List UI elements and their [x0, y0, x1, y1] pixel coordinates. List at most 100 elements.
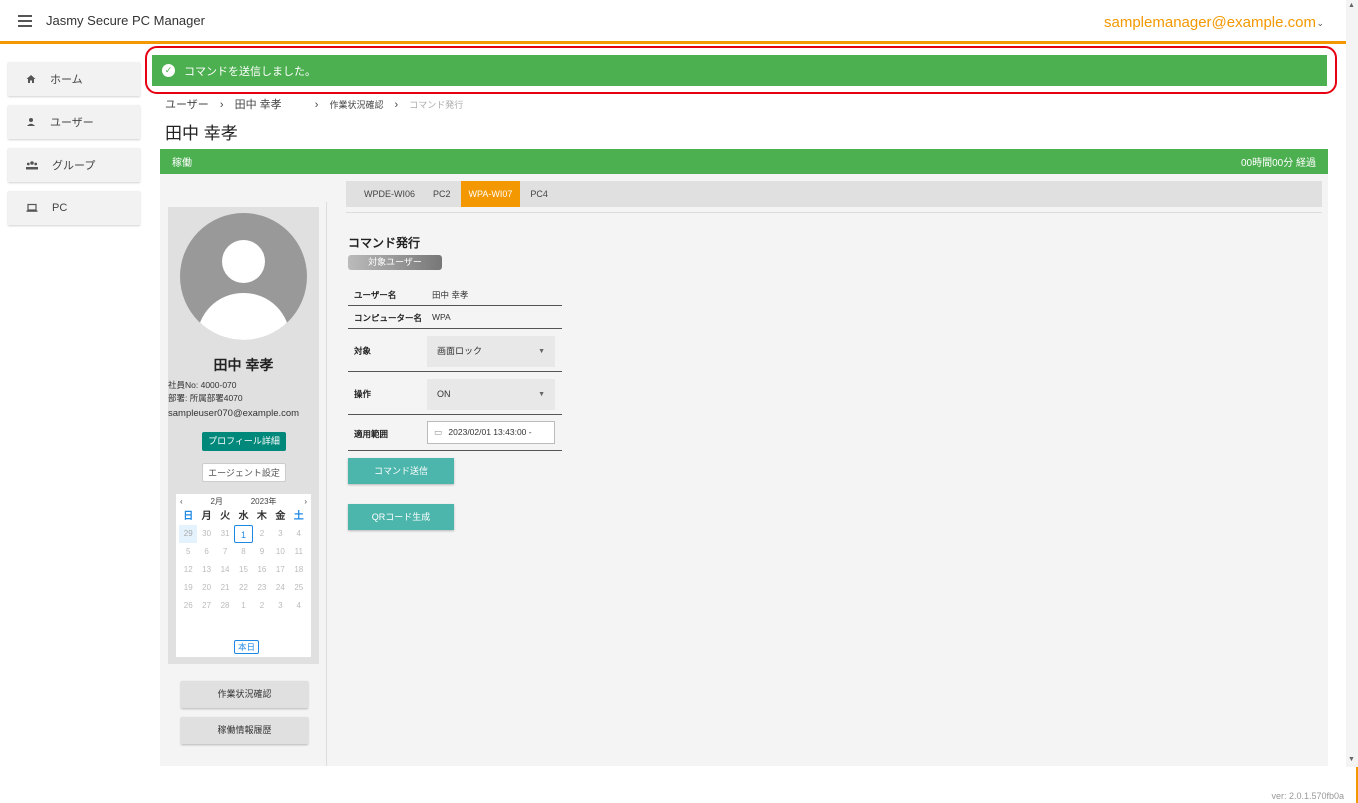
calendar-day[interactable]: 27 — [197, 597, 215, 615]
highlight-annotation — [145, 46, 1337, 94]
user-account-menu[interactable]: samplemanager@example.com — [1104, 14, 1316, 31]
calendar-day[interactable]: 4 — [290, 597, 308, 615]
avatar-head — [222, 240, 265, 283]
calendar-day[interactable]: 2 — [253, 525, 271, 543]
calendar-day[interactable]: 13 — [197, 561, 215, 579]
calendar-days: 29 30 31 1 2 3 4 5 6 7 8 9 10 11 12 13 14 15 16 17 18 19 20 21 2… — [176, 525, 311, 615]
calendar-day[interactable]: 21 — [216, 579, 234, 597]
tab-underline — [346, 212, 1322, 213]
calendar-day[interactable]: 4 — [290, 525, 308, 543]
status-label: 稼働 — [172, 158, 192, 169]
home-icon — [26, 75, 36, 83]
date-range-input[interactable]: ▭ 2023/02/01 13:43:00 - — [427, 421, 555, 444]
calendar-day[interactable]: 26 — [179, 597, 197, 615]
sidebar-item-users[interactable]: ユーザー — [8, 105, 140, 139]
sidebar-item-home[interactable]: ホーム — [8, 62, 140, 96]
date-range-value: 2023/02/01 13:43:00 - — [448, 427, 532, 437]
calendar-day[interactable]: 28 — [216, 597, 234, 615]
calendar-icon: ▭ — [434, 427, 443, 437]
profile-detail-button[interactable]: プロフィール詳細 — [202, 432, 286, 451]
breadcrumb-work-status[interactable]: 作業状況確認 — [329, 100, 383, 110]
calendar-day[interactable]: 24 — [271, 579, 289, 597]
avatar — [180, 213, 307, 340]
operation-select[interactable]: ON ▼ — [427, 379, 555, 410]
calendar-day[interactable]: 22 — [234, 579, 252, 597]
calendar-prev-icon[interactable]: ‹ — [180, 497, 183, 506]
chevron-down-icon[interactable]: ⌄ — [1316, 18, 1324, 29]
tab-wpde-wi06[interactable]: WPDE-WI06 — [356, 181, 423, 207]
calendar-day[interactable]: 14 — [216, 561, 234, 579]
calendar-day[interactable]: 25 — [290, 579, 308, 597]
calendar-day[interactable]: 15 — [234, 561, 252, 579]
calendar-day[interactable]: 11 — [290, 543, 308, 561]
calendar-day[interactable]: 19 — [179, 579, 197, 597]
target-select[interactable]: 画面ロック ▼ — [427, 336, 555, 367]
calendar-day[interactable]: 1 — [234, 597, 252, 615]
calendar-header: ‹ 2月 2023年 › — [176, 494, 311, 509]
breadcrumb-separator: › — [314, 99, 319, 111]
calendar-day[interactable]: 12 — [179, 561, 197, 579]
breadcrumb-separator: › — [394, 99, 399, 111]
calendar-day[interactable]: 5 — [179, 543, 197, 561]
calendar-day[interactable]: 6 — [197, 543, 215, 561]
calendar-weekdays: 日 月 火 水 木 金 土 — [176, 509, 311, 525]
agent-settings-button[interactable]: エージェント設定 — [202, 463, 286, 482]
pc-tabs: WPDE-WI06 PC2 WPA-WI07 PC4 — [346, 181, 1322, 207]
calendar-day[interactable]: 20 — [197, 579, 215, 597]
dropdown-arrow-icon: ▼ — [538, 391, 545, 398]
send-command-button[interactable]: コマンド送信 — [348, 458, 454, 484]
calendar-day[interactable]: 23 — [253, 579, 271, 597]
target-label: 対象 — [354, 346, 372, 356]
tab-pc2[interactable]: PC2 — [425, 181, 459, 207]
page-title: 田中 幸孝 — [165, 124, 238, 143]
profile-card: 田中 幸孝 社員No: 4000-070 部署: 所属部署4070 sample… — [168, 207, 319, 664]
sidebar-item-pc[interactable]: PC — [8, 191, 140, 225]
calendar-day[interactable]: 8 — [234, 543, 252, 561]
department: 部署: 所属部署4070 — [168, 393, 243, 403]
calendar-day[interactable]: 29 — [179, 525, 198, 543]
breadcrumb-current: コマンド発行 — [409, 100, 464, 110]
tab-pc4[interactable]: PC4 — [522, 181, 556, 207]
panel-divider — [326, 202, 327, 766]
dropdown-arrow-icon: ▼ — [538, 348, 545, 355]
calendar-day[interactable]: 31 — [216, 525, 234, 543]
weekday-wed: 水 — [238, 511, 249, 522]
breadcrumb-users[interactable]: ユーザー — [165, 99, 209, 111]
calendar-day[interactable]: 1 — [234, 525, 253, 543]
work-status-button[interactable]: 作業状況確認 — [181, 681, 308, 708]
main-panel — [160, 174, 1328, 766]
calendar-day[interactable]: 17 — [271, 561, 289, 579]
vertical-scrollbar[interactable]: ▲ ▼ — [1346, 0, 1358, 767]
group-icon — [26, 161, 38, 170]
scroll-down-icon[interactable]: ▼ — [1348, 756, 1355, 763]
version-label: ver: 2.0.1.570fb0a — [1271, 791, 1344, 801]
weekday-sat: 土 — [293, 511, 304, 522]
calendar-day[interactable]: 3 — [271, 525, 289, 543]
hamburger-menu-icon[interactable] — [18, 14, 32, 27]
laptop-icon — [26, 203, 38, 212]
operation-history-button[interactable]: 稼働情報履歴 — [181, 717, 308, 744]
range-row: 適用範囲 ▭ 2023/02/01 13:43:00 - — [348, 415, 562, 451]
calendar-day[interactable]: 18 — [290, 561, 308, 579]
calendar-day[interactable]: 2 — [253, 597, 271, 615]
calendar-day[interactable]: 16 — [253, 561, 271, 579]
calendar-day[interactable]: 10 — [271, 543, 289, 561]
calendar-year: 2023年 — [250, 497, 277, 506]
profile-email: sampleuser070@example.com — [168, 408, 300, 419]
user-name-label: ユーザー名 — [354, 290, 397, 300]
sidebar-item-label: ホーム — [50, 74, 83, 86]
sidebar-item-label: グループ — [52, 160, 96, 172]
calendar-day[interactable]: 30 — [197, 525, 215, 543]
calendar-day[interactable]: 3 — [271, 597, 289, 615]
computer-name-label: コンピューター名 — [354, 313, 423, 323]
tab-wpa-wi07[interactable]: WPA-WI07 — [460, 181, 521, 207]
scroll-up-icon[interactable]: ▲ — [1348, 2, 1355, 9]
breadcrumb-user[interactable]: 田中 幸孝 — [235, 99, 282, 111]
calendar-today-button[interactable]: 本日 — [234, 640, 260, 654]
elapsed-time: 00時間00分 経過 — [1240, 158, 1316, 169]
calendar-day[interactable]: 7 — [216, 543, 234, 561]
calendar-day[interactable]: 9 — [253, 543, 271, 561]
calendar-next-icon[interactable]: › — [304, 497, 307, 506]
sidebar-item-groups[interactable]: グループ — [8, 148, 140, 182]
generate-qr-button[interactable]: QRコード生成 — [348, 504, 454, 530]
